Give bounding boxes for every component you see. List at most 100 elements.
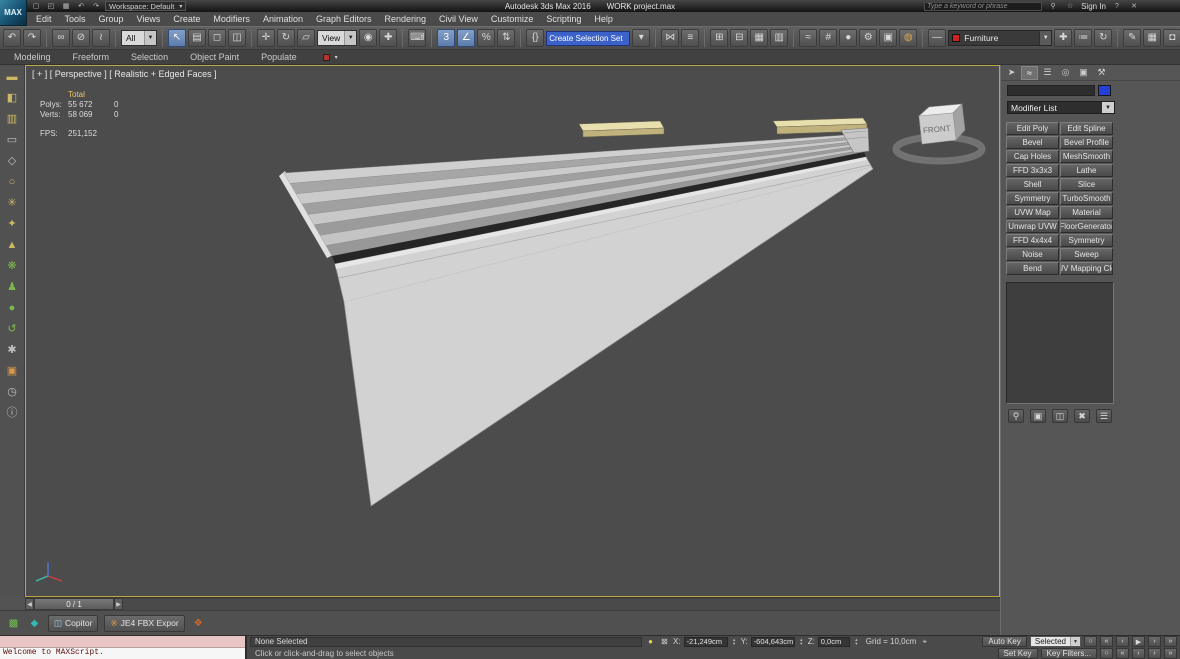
search-icon[interactable]: ⚲ xyxy=(1047,1,1059,11)
viewport-canvas[interactable]: FRONT xyxy=(26,66,999,596)
named-set-dropdown-icon[interactable]: ▾ xyxy=(632,29,650,47)
modifier-preset-button[interactable]: Slice xyxy=(1060,178,1113,191)
make-unique-icon[interactable]: ◫ xyxy=(1052,409,1068,423)
modifier-preset-button[interactable]: Cap Holes xyxy=(1006,150,1059,163)
create-tab-icon[interactable]: ➤ xyxy=(1003,66,1020,80)
angle-snap-toggle-button[interactable]: ∠ xyxy=(457,29,475,47)
menu-item[interactable]: Scripting xyxy=(546,14,581,24)
fbx-export-button[interactable]: ※ JE4 FBX Expor xyxy=(104,615,184,632)
viewport-label[interactable]: [ + ] [ Perspective ] [ Realistic + Edge… xyxy=(32,69,217,79)
show-end-result-icon[interactable]: ▣ xyxy=(1030,409,1046,423)
motion-tab-icon[interactable]: ◎ xyxy=(1057,66,1074,80)
history-panel-icon[interactable]: ◷ xyxy=(7,386,17,399)
ribbon-tab[interactable]: Selection xyxy=(131,52,168,62)
model-geometry[interactable] xyxy=(279,118,873,506)
ribbon-tab[interactable]: Object Paint xyxy=(190,52,239,62)
rendered-frame-window-button[interactable]: ▣ xyxy=(879,29,897,47)
menu-item[interactable]: Rendering xyxy=(385,14,427,24)
named-selection-set-input[interactable] xyxy=(546,31,630,46)
display-tab-icon[interactable]: ▣ xyxy=(1075,66,1092,80)
configure-modifier-sets-icon[interactable]: ☰ xyxy=(1096,409,1112,423)
menu-item[interactable]: Modifiers xyxy=(213,14,250,24)
menu-item[interactable]: Animation xyxy=(263,14,303,24)
time-slider-handle[interactable]: 0 / 1 xyxy=(34,598,114,610)
key-mode-dropdown[interactable]: Selected ▼ xyxy=(1030,636,1081,647)
modifier-preset-button[interactable]: Bevel xyxy=(1006,136,1059,149)
menu-item[interactable]: Views xyxy=(137,14,161,24)
select-and-scale-button[interactable]: ▱ xyxy=(297,29,315,47)
material-editor-button[interactable]: ● xyxy=(839,29,857,47)
modifier-preset-button[interactable]: TurboSmooth xyxy=(1060,192,1113,205)
selection-lock-icon[interactable]: ⊠ xyxy=(659,637,670,647)
modifier-list-dropdown[interactable]: Modifier List ▼ xyxy=(1007,101,1115,114)
modifier-preset-button[interactable]: Edit Poly xyxy=(1006,122,1059,135)
edit-panel-icon[interactable]: ▥ xyxy=(7,113,17,126)
utilities-tab-icon[interactable]: ⚒ xyxy=(1093,66,1110,80)
toggle-layer-explorer-button[interactable]: ⊟ xyxy=(730,29,748,47)
hierarchy-tab-icon[interactable]: ☰ xyxy=(1039,66,1056,80)
y-coordinate-field[interactable]: -604,643cm xyxy=(751,637,795,647)
modifier-preset-button[interactable]: Shell xyxy=(1006,178,1059,191)
menu-item[interactable]: Customize xyxy=(491,14,534,24)
chevron-down-icon[interactable]: ▼ xyxy=(1102,102,1114,113)
favorites-star-icon[interactable]: ☆ xyxy=(1064,1,1076,11)
modifier-preset-button[interactable]: Bend xyxy=(1006,262,1059,275)
keyboard-shortcut-override-button[interactable]: ⌨ xyxy=(408,29,426,47)
modifier-preset-button[interactable]: Sweep xyxy=(1060,248,1113,261)
pin-stack-icon[interactable]: ⚲ xyxy=(1008,409,1024,423)
edit-named-selection-sets-button[interactable]: {} xyxy=(526,29,544,47)
x-coordinate-field[interactable]: -21,249cm xyxy=(684,637,728,647)
go-to-start-button[interactable]: « xyxy=(1116,648,1129,659)
menu-item[interactable]: Edit xyxy=(36,14,52,24)
render-production-button[interactable]: ◍ xyxy=(899,29,917,47)
object-name-field[interactable] xyxy=(1007,85,1095,96)
curve-editor-button[interactable]: ≈ xyxy=(799,29,817,47)
populate-panel-icon[interactable]: ♟ xyxy=(7,281,17,294)
menu-item[interactable]: Tools xyxy=(65,14,86,24)
pivot-panel-icon[interactable]: ✱ xyxy=(7,344,16,357)
use-pivot-point-center-button[interactable]: ◉ xyxy=(359,29,377,47)
modifier-preset-button[interactable]: FFD 4x4x4 xyxy=(1006,234,1059,247)
snaps-toggle-3d-button[interactable]: 3 xyxy=(437,29,455,47)
modifier-preset-button[interactable]: UVW Map xyxy=(1006,206,1059,219)
menu-item[interactable]: Help xyxy=(594,14,613,24)
modifier-preset-button[interactable]: Unwrap UVW xyxy=(1006,220,1059,233)
object-color-swatch[interactable] xyxy=(1098,85,1111,96)
go-to-start-button[interactable]: « xyxy=(1100,636,1113,647)
layer-line-style-icon[interactable]: — xyxy=(928,29,946,47)
select-object-button[interactable]: ↖ xyxy=(168,29,186,47)
previous-frame-button[interactable]: ‹ xyxy=(1116,636,1129,647)
isolate-selection-bulb-icon[interactable]: ● xyxy=(645,637,656,647)
polygon-modeling-icon[interactable]: ▬ xyxy=(7,71,18,84)
tris-icon[interactable]: ✳ xyxy=(7,197,16,210)
go-to-end-button[interactable]: » xyxy=(1164,648,1177,659)
modifier-stack-list[interactable] xyxy=(1006,282,1114,404)
script-chart-icon[interactable]: ❖ xyxy=(191,616,206,631)
schematic-view-button[interactable]: # xyxy=(819,29,837,47)
align-button[interactable]: ≡ xyxy=(681,29,699,47)
current-layer-dropdown[interactable]: Furniture ▼ xyxy=(948,30,1052,46)
key-mode-toggle-button[interactable]: ○ xyxy=(1084,636,1097,647)
toolbar-extra-icon-1[interactable]: ✎ xyxy=(1123,29,1141,47)
spinner-snap-toggle-button[interactable]: ⇅ xyxy=(497,29,515,47)
modify-tab-icon[interactable]: ≈ xyxy=(1021,66,1038,80)
ribbon-minimize-icon[interactable]: ▾ xyxy=(335,54,338,61)
redo-button[interactable]: ↷ xyxy=(23,29,41,47)
previous-frame-button[interactable]: ‹ xyxy=(1132,648,1145,659)
warning-panel-icon[interactable]: ▲ xyxy=(7,239,18,252)
create-new-layer-button[interactable]: ✚ xyxy=(1054,29,1072,47)
search-input[interactable] xyxy=(924,2,1042,11)
open-file-icon[interactable]: ◰ xyxy=(45,1,57,11)
modifier-preset-button[interactable]: UV Mapping Cle xyxy=(1060,262,1113,275)
viewcube[interactable]: FRONT xyxy=(896,104,982,161)
chevron-down-icon[interactable]: ▼ xyxy=(144,31,156,45)
toolbar-extra-icon-2[interactable]: ▦ xyxy=(1143,29,1161,47)
z-coordinate-field[interactable]: 0,0cm xyxy=(818,637,850,647)
modifier-preset-button[interactable]: Noise xyxy=(1006,248,1059,261)
time-slider-track[interactable] xyxy=(123,598,1000,610)
select-by-name-button[interactable]: ▤ xyxy=(188,29,206,47)
chevron-down-icon[interactable]: ▼ xyxy=(1039,31,1051,45)
selection-filter-dropdown[interactable]: All ▼ xyxy=(121,30,157,46)
modifier-preset-button[interactable]: Symmetry xyxy=(1006,192,1059,205)
remove-modifier-icon[interactable]: ✖ xyxy=(1074,409,1090,423)
